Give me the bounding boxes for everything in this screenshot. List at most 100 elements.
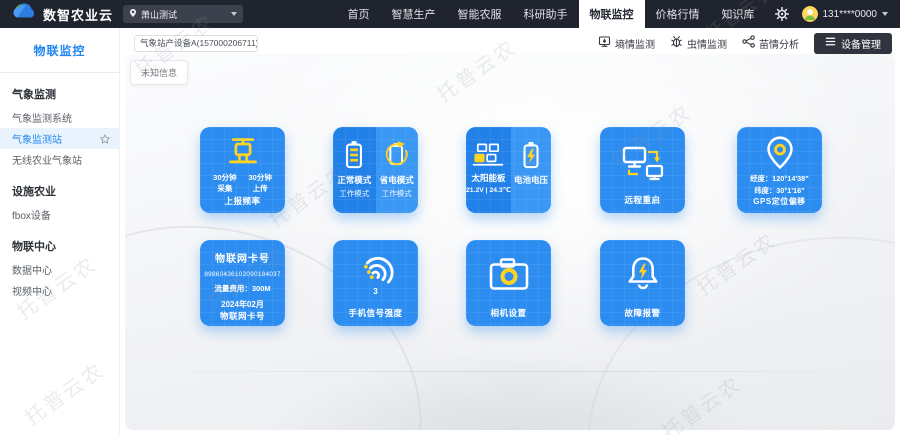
report-frequency-card[interactable]: 30分钟 采集 30分钟 上传 上报频率: [200, 127, 285, 213]
pest-monitor-button[interactable]: 虫情监测: [670, 35, 727, 51]
gps-location-card[interactable]: 经度：120°14'38" 纬度：30°1'16" GPS定位偏移: [737, 127, 822, 213]
nav-item-price-market[interactable]: 价格行情: [645, 0, 711, 28]
sim-number: 89860436102090184037: [204, 271, 280, 278]
location-value: 萧山测试: [141, 8, 177, 21]
mode-sub: 工作模式: [382, 188, 412, 199]
user-avatar: [802, 6, 818, 22]
app-title: 数智农业云: [43, 5, 113, 24]
star-icon[interactable]: [100, 134, 110, 144]
content-toolbar: 气象站产设备A(157000206711) 墒情监测: [120, 28, 900, 54]
unknown-info-tag[interactable]: 未知信息: [130, 60, 188, 85]
report-intervals: 30分钟 采集 30分钟 上传: [213, 172, 272, 195]
nav-item-knowledge-base[interactable]: 知识库: [711, 0, 766, 28]
battery-voltage-section[interactable]: 电池电压: [511, 127, 551, 213]
sidebar-item-data-center[interactable]: 数据中心: [0, 259, 119, 280]
action-label: 苗情分析: [759, 36, 799, 51]
collect-interval-label: 采集: [217, 183, 232, 194]
battery-title: 电池电压: [514, 174, 548, 186]
card-label: 手机信号强度: [348, 307, 402, 319]
signal-wifi-icon: [356, 250, 396, 286]
location-pin-icon: [129, 8, 137, 20]
device-panel-stage: 未知信息 30分钟 采集 30分钟 上传: [125, 54, 895, 430]
gps-coordinates: 经度：120°14'38" 纬度：30°1'16": [750, 173, 808, 196]
signal-strength-card[interactable]: 3 手机信号强度: [333, 240, 418, 326]
cloud-leaf-logo-icon: [13, 2, 37, 26]
sim-title: 物联网卡号: [215, 250, 270, 265]
soil-moisture-monitor-button[interactable]: 墒情监测: [598, 35, 655, 51]
sim-traffic: 流量费用：300M: [214, 283, 270, 294]
background-floor-glow: [264, 350, 757, 430]
remote-restart-card[interactable]: 远程重启: [600, 127, 685, 213]
sidebar: 物联监控 气象监测 气象监测系统 气象监测站 无线农业气象站 设施农业 fbox…: [0, 28, 120, 435]
battery-eco-icon: [382, 138, 412, 172]
card-label: GPS定位偏移: [753, 196, 805, 207]
device-select-value: 气象站产设备A(157000206711): [140, 37, 258, 49]
sidebar-item-label: 气象监测站: [12, 131, 62, 146]
location-selector[interactable]: 萧山测试: [123, 5, 243, 23]
solar-panel-icon: [471, 140, 505, 170]
camera-settings-card[interactable]: 相机设置: [466, 240, 551, 326]
sidebar-item-weather-system[interactable]: 气象监测系统: [0, 107, 119, 128]
weather-station-icon: [223, 136, 263, 169]
list-menu-icon: [825, 36, 836, 50]
sidebar-section-weather: 气象监测: [0, 73, 119, 107]
device-manage-button[interactable]: 设备管理: [814, 33, 892, 54]
action-label: 墒情监测: [615, 36, 655, 51]
work-mode-card: 正常模式 工作模式 省电模式 工作模式: [333, 127, 418, 213]
collect-interval-value: 30分钟: [213, 172, 236, 183]
main-content: 气象站产设备A(157000206711) 墒情监测: [120, 28, 900, 435]
nav-item-smart-service[interactable]: 智能农服: [447, 0, 513, 28]
device-select[interactable]: 气象站产设备A(157000206711): [134, 35, 258, 52]
app-logo: 数智农业云: [0, 2, 113, 26]
bug-icon: [670, 35, 683, 51]
sidebar-item-label: 无线农业气象站: [12, 152, 82, 167]
sim-card[interactable]: 物联网卡号 89860436102090184037 流量费用：300M 202…: [200, 240, 285, 326]
battery-charge-icon: [518, 138, 544, 172]
nav-item-home[interactable]: 首页: [337, 0, 381, 28]
sidebar-item-wireless-weather-station[interactable]: 无线农业气象站: [0, 149, 119, 170]
sim-month: 2024年02月: [221, 299, 264, 310]
nav-item-research-assistant[interactable]: 科研助手: [513, 0, 579, 28]
nav-item-iot-monitoring[interactable]: 物联监控: [579, 0, 645, 28]
toolbar-actions: 墒情监测 虫情监测: [598, 33, 892, 54]
action-label: 虫情监测: [687, 36, 727, 51]
card-label: 远程重启: [624, 194, 660, 206]
sidebar-item-fbox[interactable]: fbox设备: [0, 204, 119, 225]
alarm-bell-icon: [624, 254, 662, 294]
fault-alarm-card[interactable]: 故障报警: [600, 240, 685, 326]
card-label: 故障报警: [624, 307, 660, 319]
chevron-down-icon: [882, 12, 888, 16]
sidebar-item-label: 气象监测系统: [12, 110, 72, 125]
upload-interval-label: 上传: [253, 183, 268, 194]
sidebar-item-video-center[interactable]: 视频中心: [0, 280, 119, 301]
sidebar-item-label: 数据中心: [12, 262, 52, 277]
mode-sub: 工作模式: [339, 188, 369, 199]
top-nav: 首页 智慧生产 智能农服 科研助手 物联监控 价格行情 知识库: [337, 0, 766, 28]
top-navbar: 数智农业云 萧山测试 首页 智慧生产 智能农服 科研助手 物联监控 价格行情 知…: [0, 0, 900, 28]
action-label: 设备管理: [841, 36, 881, 51]
user-account[interactable]: 131****0000: [798, 6, 900, 22]
nav-item-smart-production[interactable]: 智慧生产: [381, 0, 447, 28]
seedling-analysis-button[interactable]: 苗情分析: [742, 35, 799, 51]
sidebar-title: 物联监控: [0, 28, 119, 72]
card-label: 上报频率: [224, 195, 260, 207]
signal-value: 3: [373, 287, 377, 296]
eco-mode-option[interactable]: 省电模式 工作模式: [376, 127, 419, 213]
camera-icon: [487, 256, 531, 294]
power-voltage-card: 太阳能板 21.2V | 24.3℃ 电池电压: [466, 127, 551, 213]
remote-screens-icon: [620, 142, 666, 184]
location-pin-icon: [763, 135, 797, 171]
sidebar-section-iot-center: 物联中心: [0, 225, 119, 259]
mode-title: 正常模式: [337, 174, 371, 186]
settings-gear-icon[interactable]: [766, 7, 798, 21]
gps-longitude: 经度：120°14'38": [750, 173, 808, 185]
normal-mode-option[interactable]: 正常模式 工作模式: [333, 127, 376, 213]
sidebar-section-facility: 设施农业: [0, 170, 119, 204]
chevron-down-icon: [231, 12, 237, 16]
gps-latitude: 纬度：30°1'16": [750, 185, 808, 197]
user-phone: 131****0000: [823, 9, 878, 20]
solar-panel-section[interactable]: 太阳能板 21.2V | 24.3℃: [466, 127, 511, 213]
sidebar-item-weather-station[interactable]: 气象监测站: [0, 128, 119, 149]
sidebar-item-label: fbox设备: [12, 207, 51, 222]
upload-interval-value: 30分钟: [249, 172, 272, 183]
